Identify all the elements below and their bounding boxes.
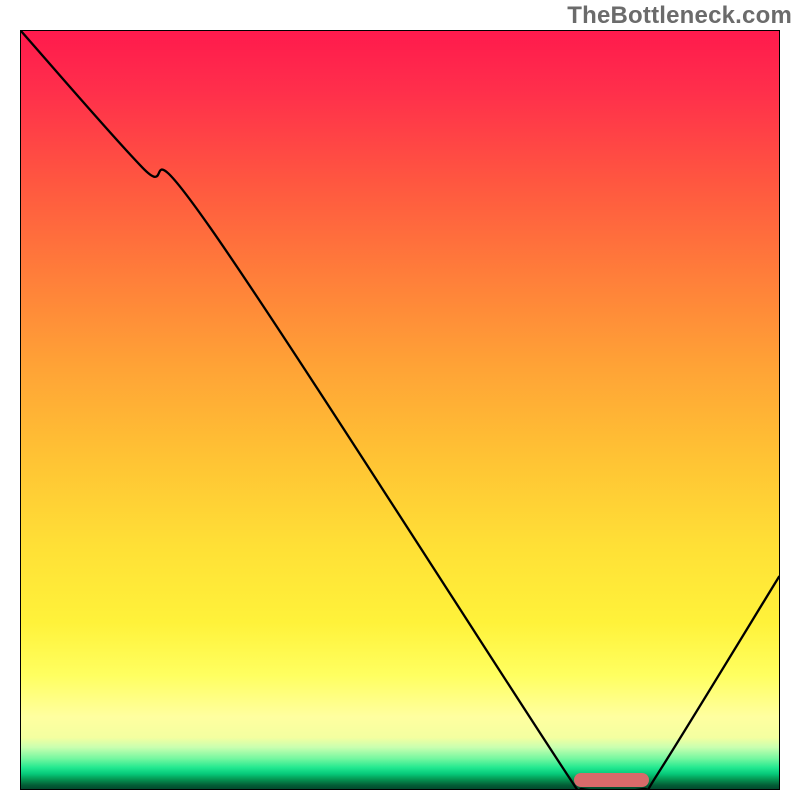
chart-container: TheBottleneck.com	[0, 0, 800, 800]
watermark-text: TheBottleneck.com	[567, 2, 792, 30]
optimal-range-marker	[574, 773, 650, 787]
bottleneck-curve	[21, 31, 779, 789]
plot-area	[20, 30, 780, 790]
